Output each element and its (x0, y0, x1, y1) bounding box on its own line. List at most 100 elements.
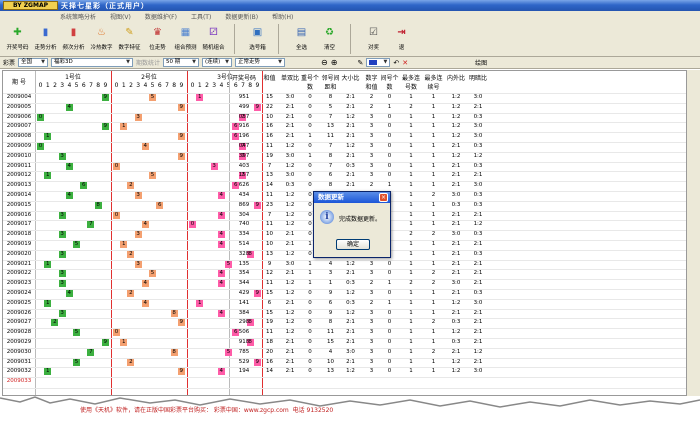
close-icon[interactable]: × (379, 193, 388, 202)
stat-cell: 15 (266, 309, 273, 316)
menu-item[interactable]: 视图(V) (110, 12, 131, 21)
issue-cell: 2009007 (6, 123, 32, 130)
color-select[interactable]: ▼ (366, 58, 391, 67)
stat-cell: 1 (409, 192, 413, 198)
stat-cell: 2:1 (473, 339, 483, 345)
toolbar-button[interactable]: ▦ 组合预测 (172, 24, 199, 52)
stat-cell: 1 (387, 103, 392, 110)
stat-cell: 1 (409, 270, 413, 277)
issue-cell: 2009033 (6, 378, 32, 385)
menu-item[interactable]: 数据维护(F) (145, 12, 177, 21)
stat-cell: 0 (308, 94, 312, 100)
stat-cell: 1 (431, 290, 436, 296)
stat-cell: 2 (431, 270, 436, 277)
column-header: 开奖号码 (231, 75, 256, 82)
stat-cell: 2:1 (473, 319, 483, 326)
ok-button[interactable]: 确定 (336, 239, 370, 250)
draw-number: 869 (238, 201, 250, 208)
stat-cell: 1 (431, 368, 436, 375)
toolbar-button[interactable]: ✎ 数字特征 (116, 24, 143, 52)
stat-cell: 2 (369, 299, 374, 306)
stat-cell: 1 (431, 172, 436, 179)
stat-cell: 1:2 (451, 113, 461, 120)
stat-cell: 1 (409, 299, 413, 306)
toolbar-button[interactable]: ⇥ 退 (388, 24, 415, 52)
draw-number: 499 (238, 103, 250, 110)
stat-cell: 3 (369, 123, 374, 130)
stat-cell: 3 (369, 358, 374, 365)
stat-cell: 2:1 (473, 329, 483, 336)
toolbar-button[interactable]: ▮ 频次分析 (60, 24, 87, 52)
toolbar-button[interactable]: ♻ 清空 (316, 24, 343, 52)
trend-select[interactable]: 正常走势 ▼ (235, 58, 286, 67)
stat-cell: 2 (369, 94, 374, 100)
stat-cell (339, 378, 362, 385)
stat-cell: 0 (308, 319, 312, 326)
menu-item[interactable]: 数据更新(B) (225, 12, 258, 21)
stat-cell: 2 (431, 348, 436, 355)
zoom-in-icon[interactable]: ⊕ (331, 58, 338, 67)
stat-cell: 23 (266, 201, 273, 208)
stat-cell: 2:1 (473, 358, 483, 365)
draw-number: 916 (238, 123, 250, 130)
toolbar-button[interactable]: ▤ 全选 (288, 24, 315, 52)
stat-cell: 3 (369, 319, 374, 326)
stat-cell: 2:1 (346, 358, 355, 365)
draw-number: 397 (238, 152, 250, 159)
issue-cell: 2009008 (6, 133, 32, 140)
toolbar-button[interactable]: ✚ 开奖号码 (4, 24, 31, 52)
stat-cell: 11 (266, 143, 273, 149)
issue-cell: 2009027 (6, 319, 32, 326)
draw-number: 429 (238, 290, 250, 296)
hit-marker: 2 (127, 358, 135, 366)
toolbar-label: 冷热数字 (90, 45, 113, 51)
stat-cell: 1:2 (346, 113, 355, 120)
pen-icon[interactable]: ✎ (357, 59, 363, 67)
stat-cell: 1:2 (346, 368, 355, 375)
toolbar-button[interactable]: ♛ 位走势 (144, 24, 171, 52)
issue-cell: 2009022 (6, 270, 32, 277)
stat-cell: 1:2 (451, 152, 461, 159)
stat-cell: 2:1 (285, 368, 295, 375)
period-select[interactable]: 50 期 ▼ (163, 58, 200, 67)
toolbar-button[interactable]: ⚂ 随机组合 (200, 24, 227, 52)
stat-cell: 4 (328, 260, 333, 267)
stat-cell: 3:0 (473, 368, 483, 375)
lottery-select[interactable]: 福彩3D ▼ (51, 58, 134, 67)
region-select[interactable]: 全国 ▼ (18, 58, 49, 67)
menu-item[interactable]: 系统策略分析 (60, 12, 96, 21)
toolbar-button[interactable]: ▣ 选号箱 (244, 24, 271, 52)
stat-cell: 2:1 (346, 339, 355, 345)
menu-item[interactable]: 帮助(H) (272, 12, 293, 21)
mode-select[interactable]: (连续) ▼ (202, 58, 233, 67)
hit-marker: 4 (217, 241, 225, 248)
hit-marker: 3 (58, 152, 66, 160)
hit-marker: 4 (217, 280, 225, 288)
column-header: 最多连续号 (424, 75, 443, 91)
toolbar-button[interactable]: ♨ 冷热数字 (88, 24, 115, 52)
stat-cell: 1 (409, 368, 413, 375)
undo-icon[interactable]: ↶ (393, 59, 399, 67)
stat-cell: 3:0 (473, 299, 483, 306)
stat-cell: 0 (308, 113, 312, 120)
position-header: 1号位 (65, 74, 81, 81)
toolbar-button[interactable]: ☑ 对奖 (360, 24, 387, 52)
stat-cell: 0 (387, 309, 392, 316)
toolbar: ✚ 开奖号码 ▮ 走势分析 ▮ 频次分析 ♨ 冷热数字 ✎ 数字特征 ♛ 位走势 ▦ 组合预测 ⚂ 随机组合 ▣… (0, 22, 700, 57)
clear-icon[interactable]: ✕ (402, 59, 408, 67)
stat-cell: 4 (328, 348, 333, 355)
menu-item[interactable]: 工具(T) (191, 12, 211, 21)
stat-cell: 3:0 (473, 123, 483, 130)
stat-cell: 16 (266, 123, 273, 130)
stat-cell: 15 (327, 339, 334, 345)
stat-cell: 2:1 (473, 309, 483, 316)
zoom-out-icon[interactable]: ⊖ (321, 58, 328, 67)
toolbar-separator (350, 24, 354, 54)
stat-cell: 5 (328, 103, 333, 110)
stat-cell: 8 (328, 182, 333, 189)
stat-cell: 2:1 (451, 241, 461, 247)
stat-cell: 11 (266, 329, 273, 336)
hit-marker: 4 (217, 368, 225, 376)
hit-marker: 1 (120, 241, 128, 248)
toolbar-button[interactable]: ▮ 走势分析 (32, 24, 59, 52)
